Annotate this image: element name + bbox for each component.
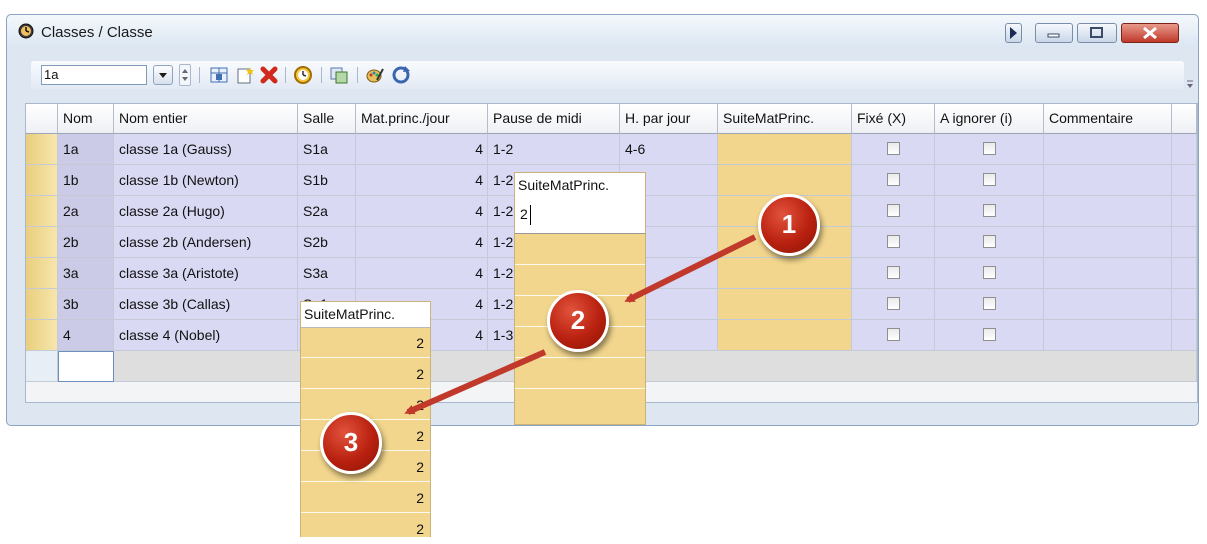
step-badge-1: 1 <box>758 194 820 256</box>
arrow-step-2-to-3 <box>404 349 547 415</box>
step-badge-3: 3 <box>320 412 382 474</box>
step-badge-2: 2 <box>547 290 609 352</box>
step-arrows <box>404 234 757 415</box>
arrow-step-1-to-2 <box>624 234 757 303</box>
